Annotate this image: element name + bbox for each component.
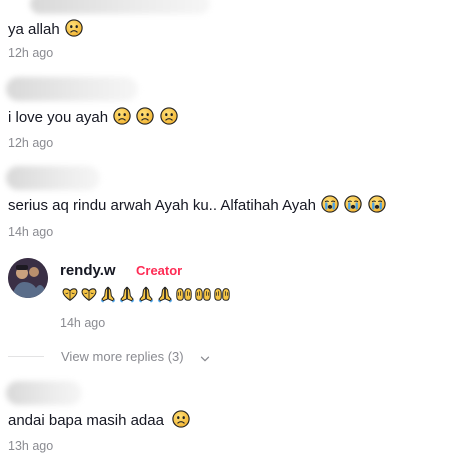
praying-hands-icon [99, 285, 117, 303]
crying-face-icon [344, 195, 362, 213]
crying-face-icon [321, 195, 339, 213]
heart-hands-icon [80, 285, 98, 303]
blurred-username [30, 0, 210, 14]
praying-hands-icon [118, 285, 136, 303]
comment-text: i love you ayah [8, 109, 109, 126]
comment-time: 12h ago [8, 136, 54, 150]
reply-emoji-row [60, 285, 231, 305]
comment-time: 12h ago [8, 46, 54, 60]
sad-face-icon [160, 107, 178, 125]
blurred-username [6, 381, 82, 405]
comment-time: 13h ago [8, 439, 54, 453]
sad-face-icon [136, 107, 154, 125]
comment-text-row: ya allah [8, 19, 83, 38]
reply-username[interactable]: rendy.w [60, 262, 116, 279]
comment-text-row: andai bapa masih adaa [8, 410, 190, 429]
comment-text-row: i love you ayah [8, 107, 178, 126]
comment-text-row: serius aq rindu arwah Ayah ku.. Alfatiha… [8, 195, 386, 214]
sad-face-icon [172, 410, 190, 428]
view-more-replies-label[interactable]: View more replies (3) [61, 349, 184, 364]
open-hands-icon [175, 285, 193, 303]
blurred-username [6, 166, 100, 190]
comment-time: 14h ago [8, 225, 54, 239]
reply-time: 14h ago [60, 316, 106, 330]
open-hands-icon [213, 285, 231, 303]
creator-badge: Creator [136, 263, 183, 278]
crying-face-icon [368, 195, 386, 213]
chevron-down-icon[interactable] [200, 351, 210, 369]
blurred-username [6, 77, 138, 101]
heart-hands-icon [61, 285, 79, 303]
praying-hands-icon [156, 285, 174, 303]
comment-text: serius aq rindu arwah Ayah ku.. Alfatiha… [8, 197, 316, 214]
avatar[interactable] [8, 258, 48, 298]
creator-reply: rendy.w Creator 14h ago [0, 252, 452, 332]
view-more-replies[interactable]: View more replies (3) [0, 345, 452, 367]
praying-hands-icon [137, 285, 155, 303]
sad-face-icon [65, 19, 83, 37]
comment-text: andai bapa masih adaa [8, 412, 164, 429]
comment-text: ya allah [8, 21, 60, 38]
divider [8, 356, 44, 357]
sad-face-icon [113, 107, 131, 125]
open-hands-icon [194, 285, 212, 303]
